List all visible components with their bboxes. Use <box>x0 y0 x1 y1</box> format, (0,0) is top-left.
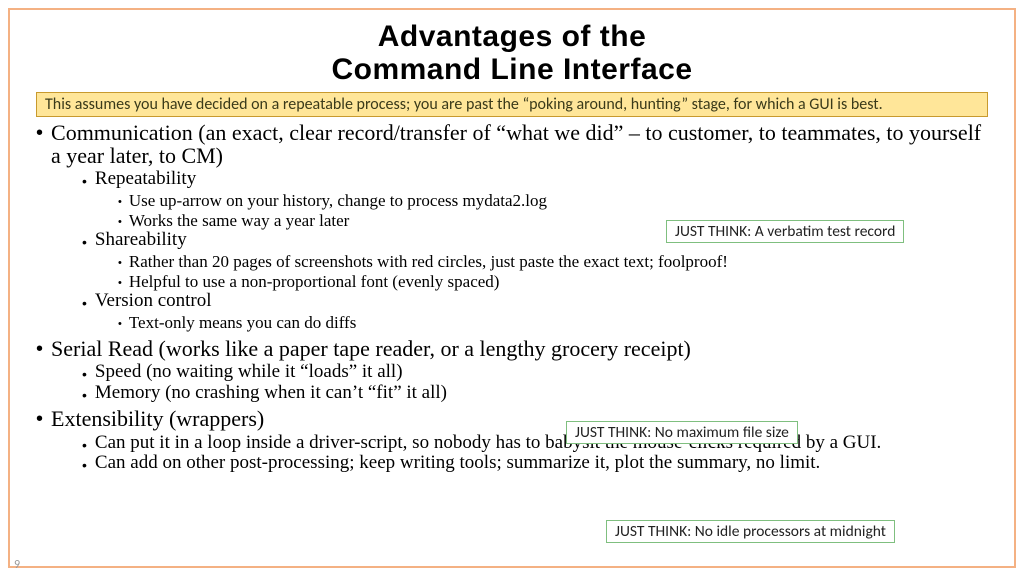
title-line-1: Advantages of the <box>378 20 647 53</box>
subsub-text: Works the same way a year later <box>129 211 349 231</box>
subsub-text: Use up-arrow on your history, change to … <box>129 191 547 211</box>
bullet-serial-read: • Serial Read (works like a paper tape r… <box>36 337 988 404</box>
bullet-icon: • <box>82 366 87 382</box>
bullet-icon: • <box>36 409 43 430</box>
page-number: 9 <box>14 558 20 572</box>
bullet-icon: • <box>36 123 43 144</box>
sub-label: Version control <box>95 291 212 312</box>
sub-version-control: • Version control • Text-only means you … <box>82 291 988 332</box>
bullet-icon: • <box>118 196 122 208</box>
bullet-text: Communication (an exact, clear record/tr… <box>51 121 988 167</box>
subsub-text: Text-only means you can do diffs <box>129 313 356 333</box>
callout-verbatim-record: JUST THINK: A verbatim test record <box>666 220 904 243</box>
bullet-text: Serial Read (works like a paper tape rea… <box>51 337 691 360</box>
bullet-icon: • <box>82 295 87 311</box>
callout-no-max-filesize: JUST THINK: No maximum file size <box>566 421 798 444</box>
bullet-icon: • <box>82 173 87 189</box>
bullet-icon: • <box>118 318 122 330</box>
bullet-list: • Communication (an exact, clear record/… <box>36 121 988 474</box>
assumption-banner: This assumes you have decided on a repea… <box>36 92 988 117</box>
bullet-icon: • <box>118 216 122 228</box>
bullet-icon: • <box>82 387 87 403</box>
slide-frame: Advantages of the Command Line Interface… <box>8 8 1016 568</box>
bullet-icon: • <box>118 257 122 269</box>
sub-label: Repeatability <box>95 169 196 190</box>
sub-text: Memory (no crashing when it can’t “fit” … <box>95 383 447 404</box>
subsub-text: Rather than 20 pages of screenshots with… <box>129 252 728 272</box>
bullet-icon: • <box>82 457 87 473</box>
slide-title: Advantages of the Command Line Interface <box>10 20 1014 86</box>
bullet-extensibility: • Extensibility (wrappers) • Can put it … <box>36 407 988 474</box>
title-line-2: Command Line Interface <box>331 53 692 86</box>
bullet-icon: • <box>82 437 87 453</box>
sub-text: Speed (no waiting while it “loads” it al… <box>95 362 403 383</box>
sub-label: Shareability <box>95 230 187 251</box>
sub-text: Can add on other post-processing; keep w… <box>95 453 820 474</box>
bullet-icon: • <box>36 339 43 360</box>
bullet-text: Extensibility (wrappers) <box>51 407 264 430</box>
subsub-text: Helpful to use a non-proportional font (… <box>129 272 500 292</box>
bullet-icon: • <box>82 234 87 250</box>
bullet-icon: • <box>118 277 122 289</box>
callout-no-idle-processors: JUST THINK: No idle processors at midnig… <box>606 520 895 543</box>
